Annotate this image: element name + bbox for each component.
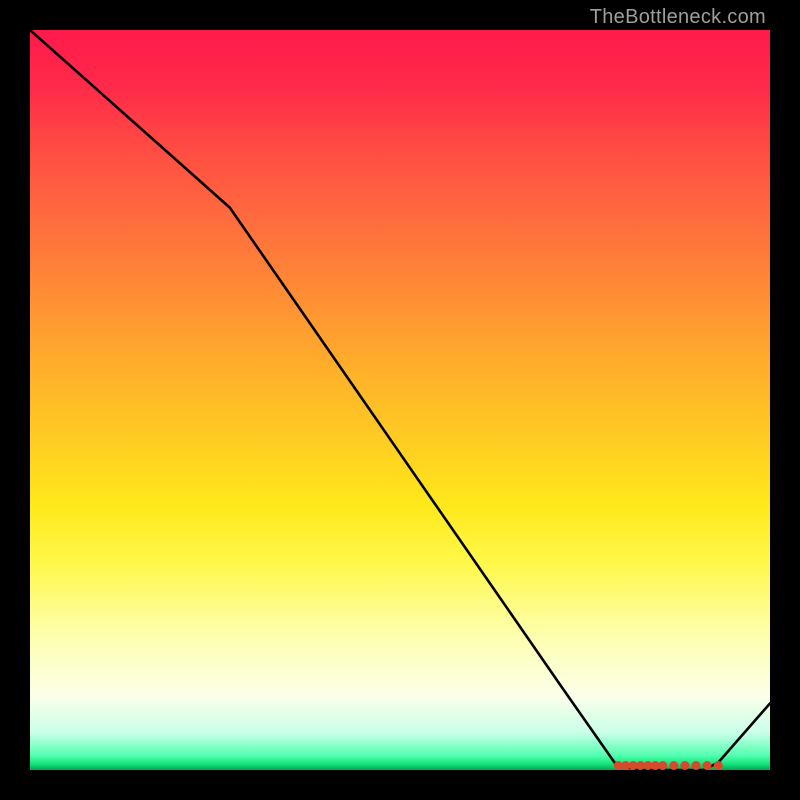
marker-dot (680, 761, 689, 770)
marker-dot (703, 761, 712, 770)
watermark-text: TheBottleneck.com (590, 6, 766, 29)
curve-line (30, 30, 770, 770)
plot-area (30, 30, 770, 770)
marker-dot (669, 761, 678, 770)
marker-dot (714, 761, 723, 770)
marker-dot (692, 761, 701, 770)
marker-dot (658, 761, 667, 770)
chart-canvas: TheBottleneck.com (0, 0, 800, 800)
chart-overlay (30, 30, 770, 770)
